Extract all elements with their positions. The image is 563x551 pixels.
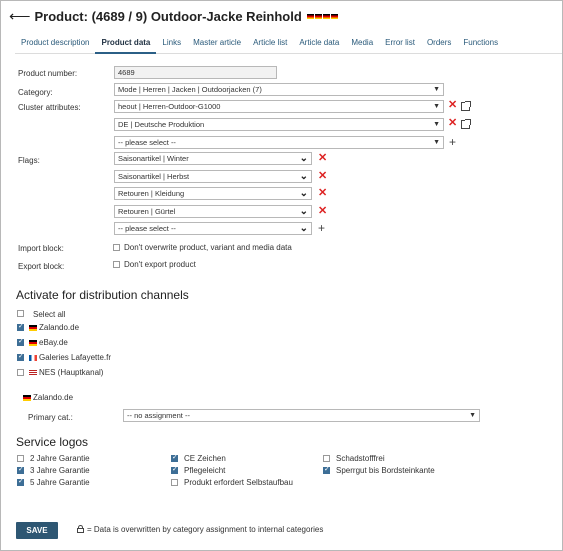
- flag-select[interactable]: Saisonartikel | Winter ⌄: [114, 152, 312, 165]
- tab-bar: Product description Product data Links Mast…: [15, 34, 562, 54]
- lock-icon: [77, 525, 84, 533]
- service-logo-label: CE Zeichen: [184, 454, 226, 463]
- back-arrow-icon[interactable]: ⟵: [9, 9, 31, 24]
- flag-fr-icon: [29, 354, 37, 361]
- select-all-label: Select all: [33, 310, 66, 319]
- category-label: Category:: [18, 88, 53, 97]
- remove-icon[interactable]: ✕: [318, 188, 327, 199]
- page-header: ⟵ Product: (4689 / 9) Outdoor-Jacke Rein…: [9, 7, 338, 25]
- remove-icon[interactable]: ✕: [318, 153, 327, 164]
- service-logo-checkbox[interactable]: [171, 479, 178, 486]
- channel-label: eBay.de: [29, 338, 68, 347]
- flag-de-icon: [306, 13, 314, 19]
- flag-de-icon: [29, 339, 37, 346]
- service-logo-checkbox[interactable]: [171, 465, 178, 474]
- open-external-icon[interactable]: [461, 119, 471, 129]
- window-frame: ⟵ Product: (4689 / 9) Outdoor-Jacke Rein…: [0, 0, 563, 551]
- caret-down-icon: ▼: [433, 86, 440, 93]
- page-title: Product: (4689 / 9) Outdoor-Jacke Reinho…: [34, 8, 302, 24]
- add-icon[interactable]: +: [449, 136, 456, 148]
- zalando-subsection: Zalando.de: [23, 393, 73, 402]
- caret-down-icon: ▼: [433, 139, 440, 146]
- service-logo-label: 2 Jahre Garantie: [30, 454, 90, 463]
- primary-cat-label: Primary cat.:: [28, 413, 73, 422]
- chevron-down-icon: ⌄: [299, 206, 308, 217]
- remove-icon[interactable]: ✕: [448, 100, 457, 111]
- flag-us-icon: [29, 369, 37, 376]
- tab-master-article[interactable]: Master article: [187, 34, 247, 54]
- tab-article-list[interactable]: Article list: [247, 34, 293, 54]
- service-logo-label: Pflegeleicht: [184, 466, 226, 475]
- flag-add-select[interactable]: -- please select -- ⌄: [114, 222, 312, 235]
- flags-label: Flags:: [18, 156, 40, 165]
- flag-select[interactable]: Retouren | Gürtel ⌄: [114, 205, 312, 218]
- channel-label: Galeries Lafayette.fr: [29, 353, 111, 362]
- service-logo-checkbox[interactable]: [323, 455, 330, 462]
- save-button[interactable]: SAVE: [16, 522, 58, 539]
- flag-de-icon: [330, 13, 338, 19]
- caret-down-icon: ▼: [433, 103, 440, 110]
- cluster-add-select[interactable]: -- please select -- ▼: [114, 136, 444, 149]
- select-all-checkbox[interactable]: [17, 310, 24, 317]
- export-block-option: Don't export product: [124, 260, 196, 269]
- caret-down-icon: ▼: [469, 412, 476, 419]
- chevron-down-icon: ⌄: [299, 223, 308, 234]
- cluster-select[interactable]: heout | Herren-Outdoor-G1000 ▼: [114, 100, 444, 113]
- cluster-attributes-label: Cluster attributes:: [18, 103, 81, 112]
- tab-article-data[interactable]: Article data: [293, 34, 345, 54]
- channel-checkbox[interactable]: [17, 337, 24, 346]
- flag-de-icon: [23, 394, 31, 401]
- channel-checkbox[interactable]: [17, 369, 24, 376]
- distribution-title: Activate for distribution channels: [16, 288, 189, 302]
- tab-orders[interactable]: Orders: [421, 34, 457, 54]
- service-logo-checkbox[interactable]: [17, 455, 24, 462]
- flag-de-icon: [322, 13, 330, 19]
- add-icon[interactable]: +: [318, 222, 325, 234]
- cluster-select[interactable]: DE | Deutsche Produktion ▼: [114, 118, 444, 131]
- service-logo-checkbox[interactable]: [17, 477, 24, 486]
- flag-select[interactable]: Retouren | Kleidung ⌄: [114, 187, 312, 200]
- service-logo-label: 3 Jahre Garantie: [30, 466, 90, 475]
- service-logos-title: Service logos: [16, 435, 89, 449]
- service-logo-label: 5 Jahre Garantie: [30, 478, 90, 487]
- import-block-label: Import block:: [18, 244, 64, 253]
- channel-checkbox[interactable]: [17, 322, 24, 331]
- channel-checkbox[interactable]: [17, 352, 24, 361]
- tab-error-list[interactable]: Error list: [379, 34, 421, 54]
- chevron-down-icon: ⌄: [299, 188, 308, 199]
- lock-footnote: = Data is overwritten by category assign…: [87, 525, 324, 534]
- tab-links[interactable]: Links: [156, 34, 187, 54]
- open-external-icon[interactable]: [461, 101, 471, 111]
- chevron-down-icon: ⌄: [299, 153, 308, 164]
- language-flags: [306, 13, 338, 19]
- primary-cat-select[interactable]: -- no assignment -- ▼: [123, 409, 480, 422]
- flag-de-icon: [314, 13, 322, 19]
- tab-functions[interactable]: Functions: [457, 34, 504, 54]
- import-block-option: Don't overwrite product, variant and med…: [124, 243, 292, 252]
- export-block-label: Export block:: [18, 262, 65, 271]
- remove-icon[interactable]: ✕: [448, 118, 457, 129]
- tab-product-description[interactable]: Product description: [15, 34, 95, 54]
- service-logo-checkbox[interactable]: [17, 465, 24, 474]
- service-logo-checkbox[interactable]: [323, 465, 330, 474]
- caret-down-icon: ▼: [433, 121, 440, 128]
- remove-icon[interactable]: ✕: [318, 206, 327, 217]
- export-block-checkbox[interactable]: [113, 261, 120, 268]
- category-select[interactable]: Mode | Herren | Jacken | Outdoorjacken (…: [114, 83, 444, 96]
- service-logo-checkbox[interactable]: [171, 453, 178, 462]
- service-logo-label: Sperrgut bis Bordsteinkante: [336, 466, 435, 475]
- import-block-checkbox[interactable]: [113, 244, 120, 251]
- tab-media[interactable]: Media: [345, 34, 379, 54]
- remove-icon[interactable]: ✕: [318, 171, 327, 182]
- service-logo-label: Schadstofffrei: [336, 454, 385, 463]
- channel-label: Zalando.de: [29, 323, 79, 332]
- flag-select[interactable]: Saisonartikel | Herbst ⌄: [114, 170, 312, 183]
- channel-label: NES (Hauptkanal): [29, 368, 103, 377]
- tab-product-data[interactable]: Product data: [95, 34, 157, 54]
- flag-de-icon: [29, 324, 37, 331]
- product-number-label: Product number:: [18, 69, 78, 78]
- service-logo-label: Produkt erfordert Selbstaufbau: [184, 478, 293, 487]
- chevron-down-icon: ⌄: [299, 171, 308, 182]
- product-number-field: 4689: [114, 66, 277, 79]
